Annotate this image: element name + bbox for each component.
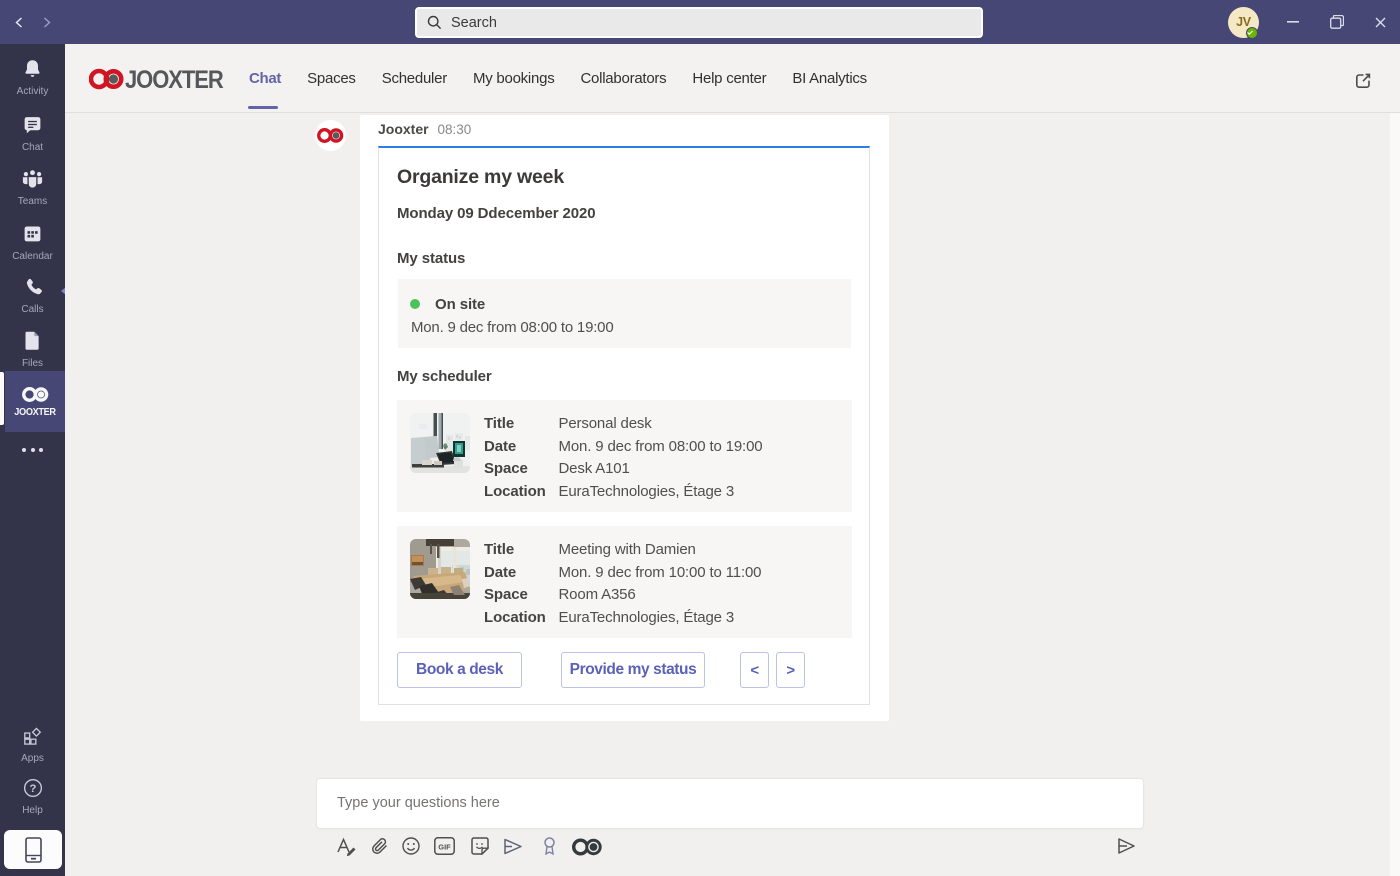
svg-text:?: ? (29, 783, 36, 795)
svg-text:GIF: GIF (438, 843, 451, 852)
